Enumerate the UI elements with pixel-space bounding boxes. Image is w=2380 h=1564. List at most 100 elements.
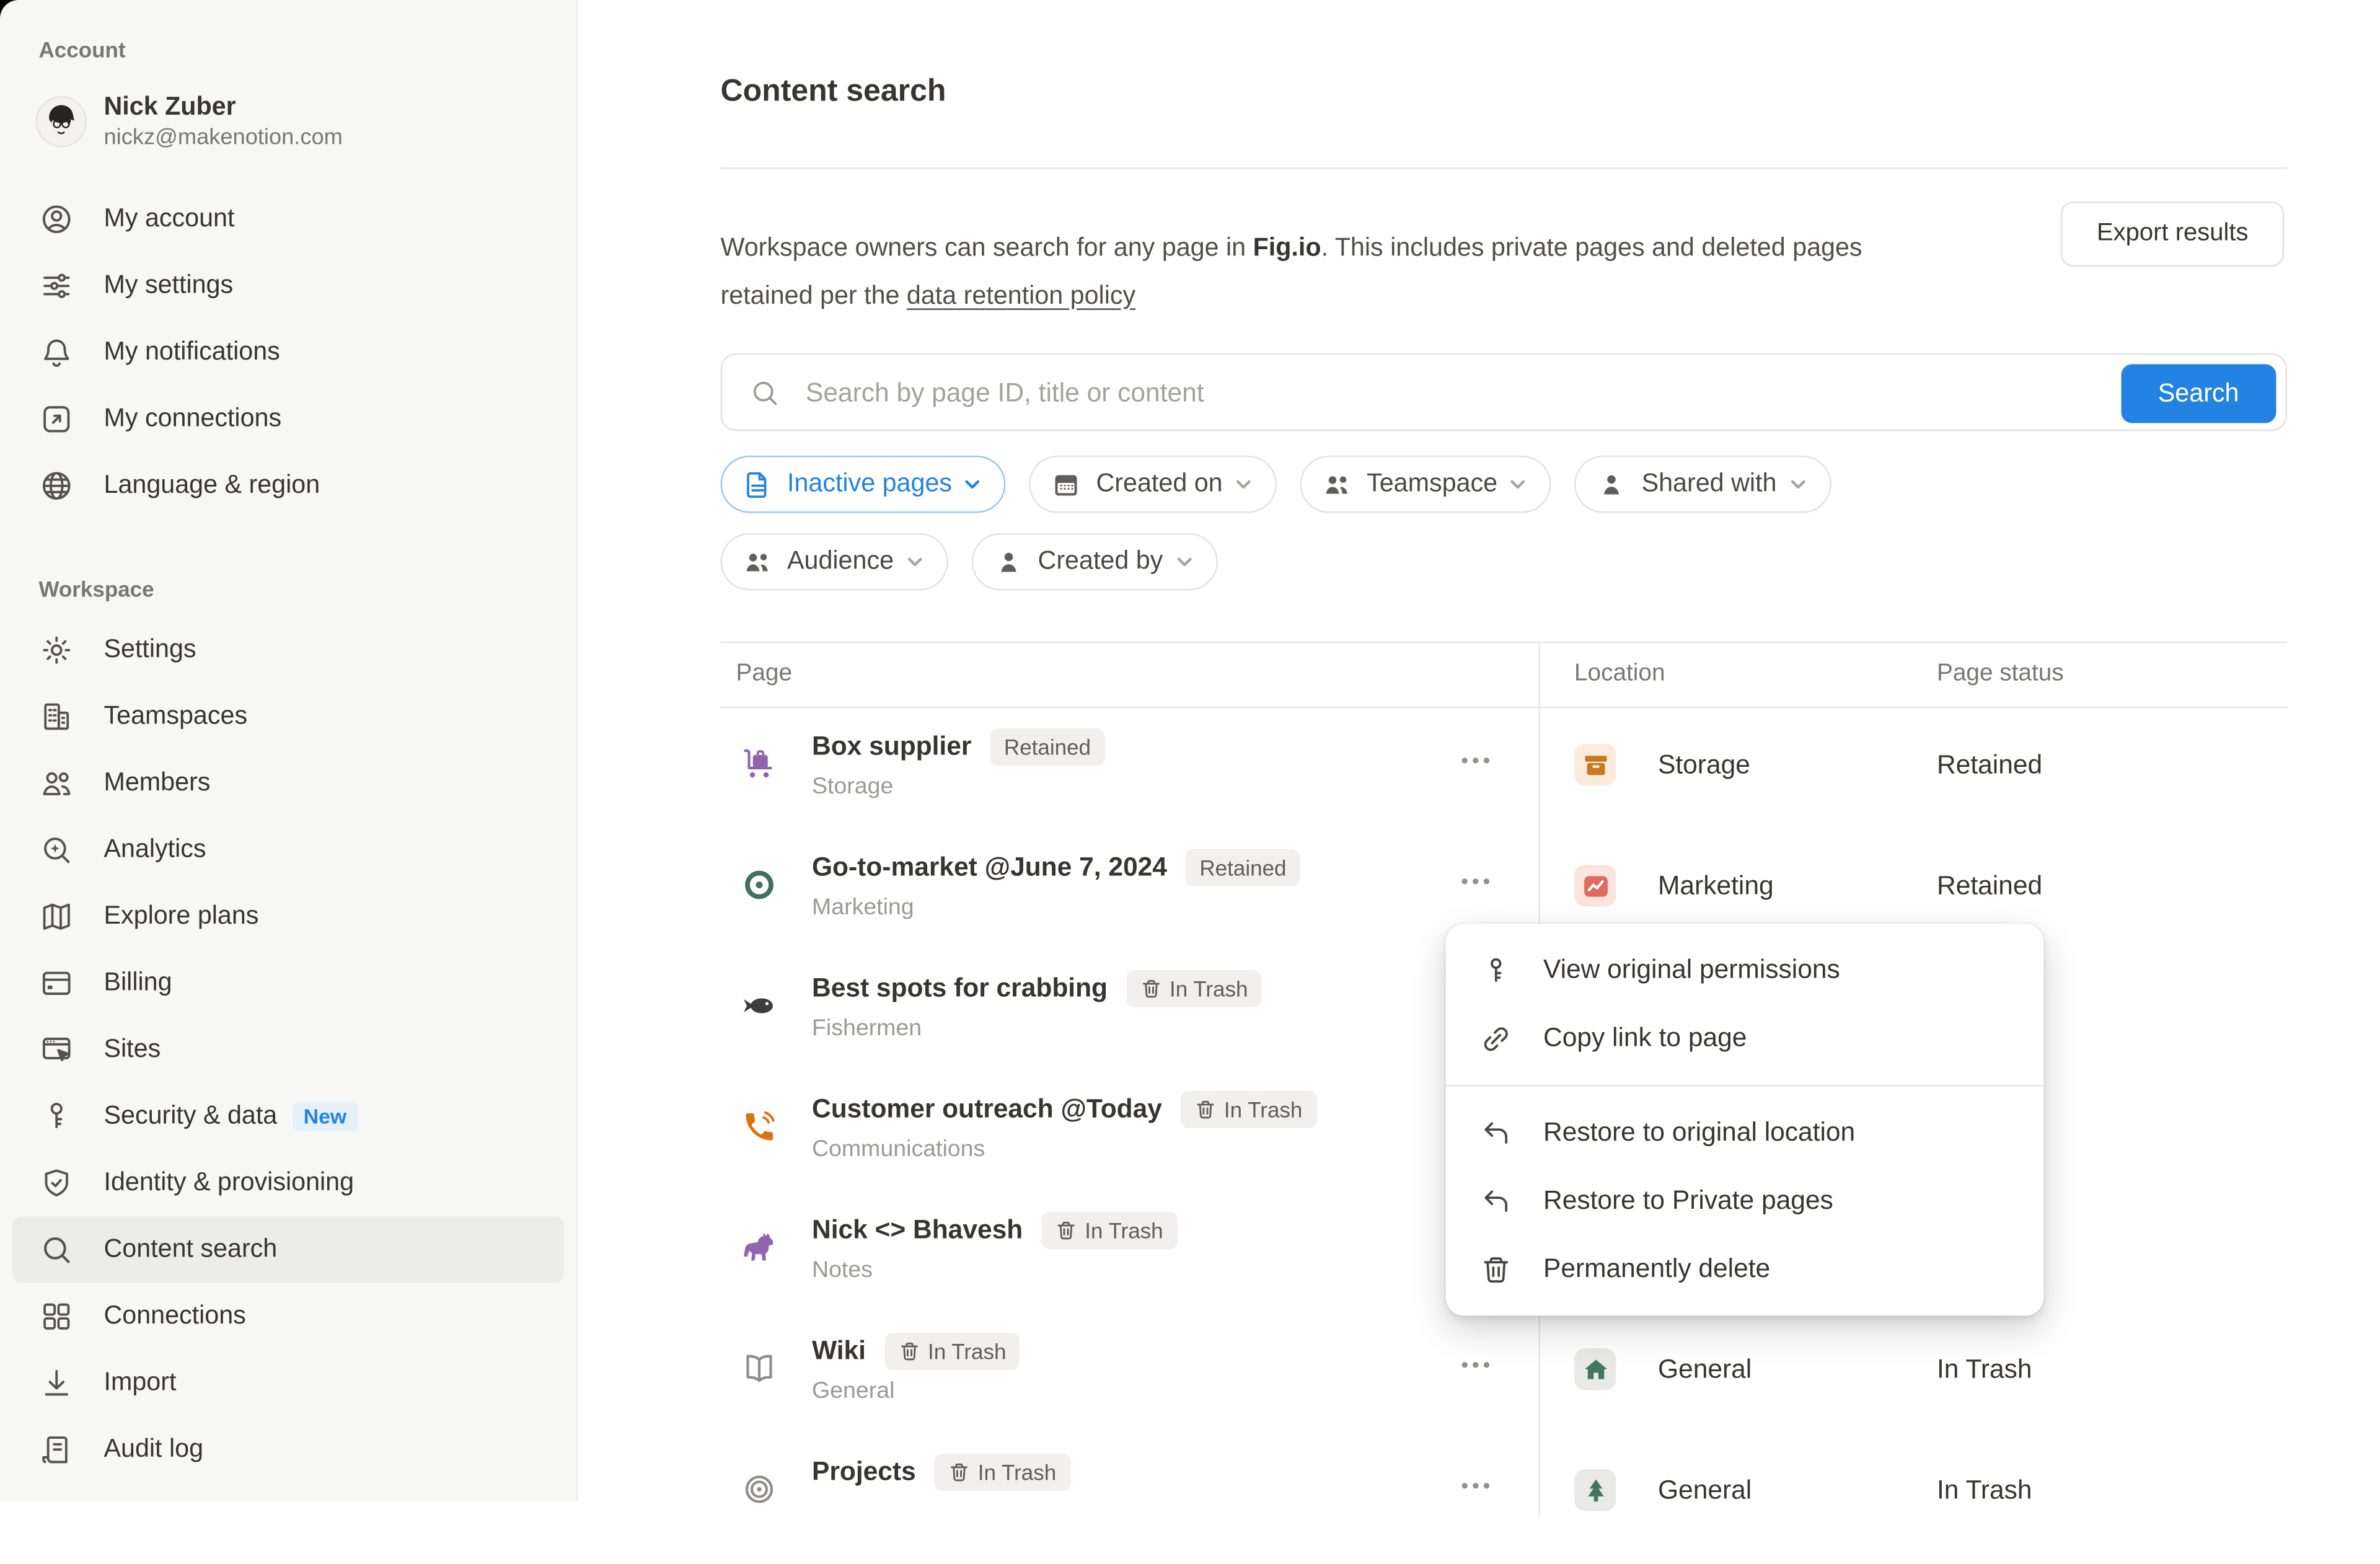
person-icon	[1597, 469, 1628, 500]
people-icon	[1322, 469, 1353, 500]
filter-label: Inactive pages	[787, 470, 952, 500]
filter-created-on[interactable]: Created on	[1029, 456, 1277, 513]
filter-created-by[interactable]: Created by	[971, 533, 1217, 591]
menu-item-view-original-permissions[interactable]: View original permissions	[1446, 936, 2044, 1004]
filter-shared-with[interactable]: Shared with	[1575, 456, 1831, 513]
chevron-down-icon	[963, 474, 984, 495]
filter-teamspace[interactable]: Teamspace	[1300, 456, 1552, 513]
status-badge: Retained	[1186, 849, 1300, 886]
menu-divider	[1446, 1085, 2044, 1087]
menu-item-restore-private-pages[interactable]: Restore to Private pages	[1446, 1167, 2044, 1235]
external-link-icon	[39, 402, 75, 438]
sidebar-item-my-settings[interactable]: My settings	[12, 253, 564, 320]
page-title-cell[interactable]: Box supplier	[812, 731, 971, 762]
main-panel: Content search Workspace owners can sear…	[578, 0, 2380, 1502]
sidebar-item-members[interactable]: Members	[12, 750, 564, 817]
scroll-icon	[39, 1432, 75, 1468]
sidebar-item-my-account[interactable]: My account	[12, 186, 564, 253]
page-title-cell[interactable]: Projects	[812, 1457, 916, 1488]
link-icon	[1480, 1022, 1513, 1055]
storage-box-icon	[1574, 744, 1616, 786]
undo-icon	[1480, 1185, 1513, 1217]
sidebar-item-label: Explore plans	[104, 902, 259, 932]
person-circle-icon	[39, 201, 75, 237]
sidebar-item-label: My connections	[104, 405, 282, 435]
target-icon	[741, 867, 778, 904]
sidebar-item-settings[interactable]: Settings	[12, 617, 564, 684]
search-button[interactable]: Search	[2121, 364, 2276, 423]
trash-icon	[1480, 1253, 1513, 1286]
sidebar-item-content-search[interactable]: Content search	[12, 1217, 564, 1284]
page-title-cell[interactable]: Customer outreach @Today	[812, 1094, 1162, 1125]
filter-label: Audience	[787, 547, 894, 577]
export-results-button[interactable]: Export results	[2061, 201, 2284, 267]
location-cell: General	[1574, 1469, 1752, 1511]
tree-icon	[1574, 1469, 1616, 1511]
sidebar-item-audit-log[interactable]: Audit log	[12, 1416, 564, 1483]
location-name: Storage	[1658, 749, 1750, 780]
book-icon	[741, 1350, 778, 1387]
document-icon	[743, 469, 774, 500]
row-actions-button[interactable]: •••	[1461, 1474, 1494, 1498]
status-badge: In Trash	[884, 1333, 1020, 1370]
page-title-cell[interactable]: Best spots for crabbing	[812, 973, 1108, 1004]
chevron-down-icon	[1174, 552, 1194, 572]
sidebar-item-security-data[interactable]: Security & data New	[12, 1084, 564, 1151]
data-retention-policy-link[interactable]: data retention policy	[907, 281, 1135, 309]
sidebar-item-my-connections[interactable]: My connections	[12, 386, 564, 453]
sidebar-item-billing[interactable]: Billing	[12, 950, 564, 1017]
shield-check-icon	[39, 1165, 75, 1201]
filter-inactive-pages[interactable]: Inactive pages	[721, 456, 1007, 513]
chevron-down-icon	[905, 552, 925, 572]
undo-icon	[1480, 1116, 1513, 1149]
sidebar-item-label: Sites	[104, 1035, 161, 1065]
filter-row-2: Audience Created by	[721, 533, 1217, 591]
page-subtitle: Fishermen	[812, 1015, 1262, 1042]
key-icon	[1480, 954, 1513, 987]
sidebar-item-import[interactable]: Import	[12, 1350, 564, 1417]
sidebar-item-sites[interactable]: Sites	[12, 1017, 564, 1084]
sidebar-item-teamspaces[interactable]: Teamspaces	[12, 684, 564, 751]
sidebar-item-explore-plans[interactable]: Explore plans	[12, 883, 564, 950]
row-actions-button[interactable]: •••	[1461, 870, 1494, 893]
settings-sidebar: Account Nick Zuber nickz@makenotion.com	[0, 0, 578, 1502]
row-actions-button[interactable]: •••	[1461, 1353, 1494, 1377]
table-row: Projects In Trash ••• General In Trash	[721, 1431, 2288, 1552]
bell-icon	[39, 335, 75, 371]
row-actions-button[interactable]: •••	[1461, 749, 1494, 772]
menu-item-permanently-delete[interactable]: Permanently delete	[1446, 1235, 2044, 1304]
description-text: Workspace owners can search for any page…	[721, 233, 1253, 261]
chart-icon	[1574, 865, 1616, 907]
page-status: In Trash	[1937, 1354, 2032, 1385]
sidebar-item-connections[interactable]: Connections	[12, 1283, 564, 1350]
sidebar-item-label: Settings	[104, 635, 196, 665]
avatar	[37, 97, 86, 145]
location-cell: Marketing	[1574, 865, 1774, 907]
page-title-cell[interactable]: Go-to-market @June 7, 2024	[812, 852, 1167, 883]
search-bar: Search	[721, 353, 2288, 431]
search-input[interactable]	[803, 355, 1668, 433]
menu-item-copy-link[interactable]: Copy link to page	[1446, 1004, 2044, 1072]
key-icon	[39, 1099, 75, 1135]
person-icon	[993, 546, 1024, 577]
menu-item-restore-original-location[interactable]: Restore to original location	[1446, 1099, 2044, 1167]
profile-email: nickz@makenotion.com	[104, 123, 343, 153]
building-icon	[39, 699, 75, 735]
sidebar-item-identity-provisioning[interactable]: Identity & provisioning	[12, 1150, 564, 1217]
filter-label: Teamspace	[1367, 470, 1497, 500]
house-icon	[1574, 1348, 1616, 1390]
status-badge: In Trash	[1126, 970, 1262, 1007]
filter-audience[interactable]: Audience	[721, 533, 948, 591]
sidebar-item-analytics[interactable]: Analytics	[12, 817, 564, 884]
account-profile[interactable]: Nick Zuber nickz@makenotion.com	[37, 77, 576, 164]
sidebar-item-label: My notifications	[104, 338, 280, 368]
sidebar-item-label: Billing	[104, 969, 172, 999]
sidebar-item-label: Import	[104, 1369, 177, 1398]
page-title-cell[interactable]: Wiki	[812, 1336, 866, 1367]
sidebar-item-language-region[interactable]: Language & region	[12, 453, 564, 519]
sidebar-item-my-notifications[interactable]: My notifications	[12, 319, 564, 386]
sidebar-item-label: Identity & provisioning	[104, 1169, 355, 1198]
trash-icon	[1140, 978, 1162, 1000]
page-title-cell[interactable]: Nick <> Bhavesh	[812, 1215, 1023, 1246]
filter-label: Shared with	[1642, 470, 1777, 500]
